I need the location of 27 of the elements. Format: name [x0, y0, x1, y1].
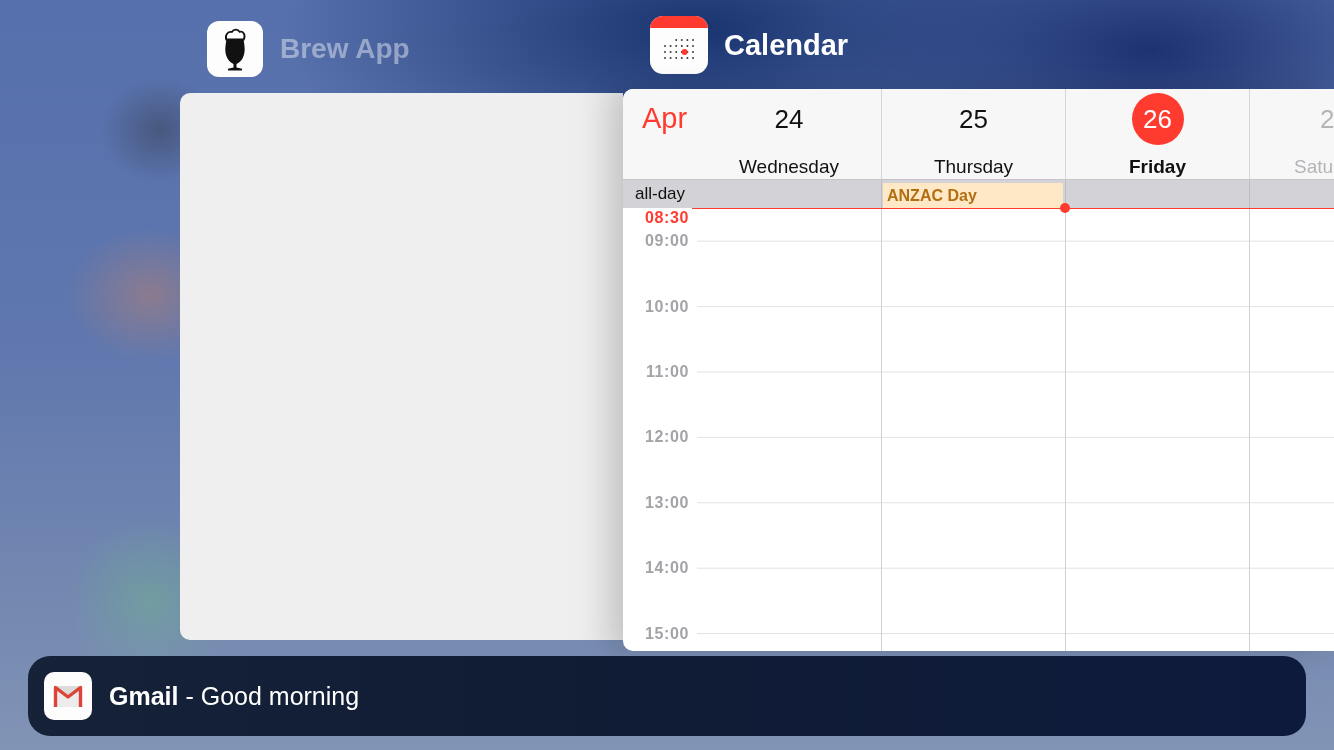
app-title: Brew App [280, 32, 410, 66]
day-name: Satu [1294, 155, 1334, 179]
time-label: 14:00 [645, 559, 689, 577]
month-label: Apr [642, 101, 688, 135]
current-time-label: 08:30 [645, 209, 689, 226]
day-number: 24 [774, 102, 804, 136]
day-name: Thursday [933, 155, 1014, 179]
all-day-label: all-day [635, 184, 686, 204]
day-number: 26 [1131, 93, 1184, 145]
envelope-icon [44, 672, 92, 720]
calendar-app-card[interactable]: Apr 24 Wednesday 25 Thursday 26 Friday 2 Satu all-day ANZAC Day 08:30 09:00 10:00 11:00 12:00 13:00 14:00 15:00 [623, 89, 1334, 651]
day-number: 2 [1320, 102, 1334, 136]
day-name: Wednesday [739, 155, 839, 179]
time-label: 12:00 [645, 428, 689, 446]
time-label: 13:00 [645, 493, 689, 511]
calendar-icon [650, 16, 708, 74]
time-label: 11:00 [645, 362, 689, 380]
time-label: 15:00 [645, 624, 689, 642]
notification-banner[interactable]: Gmail - Good morning [28, 656, 1306, 736]
app-title: Calendar [724, 28, 849, 62]
beer-glass-icon [207, 21, 263, 77]
time-label: 09:00 [645, 232, 689, 250]
day-name: Friday [1129, 155, 1186, 179]
time-label: 10:00 [645, 297, 689, 315]
blank-app-card[interactable] [180, 93, 623, 640]
day-number: 25 [959, 102, 988, 136]
notification-text: Gmail - Good morning [109, 681, 360, 711]
